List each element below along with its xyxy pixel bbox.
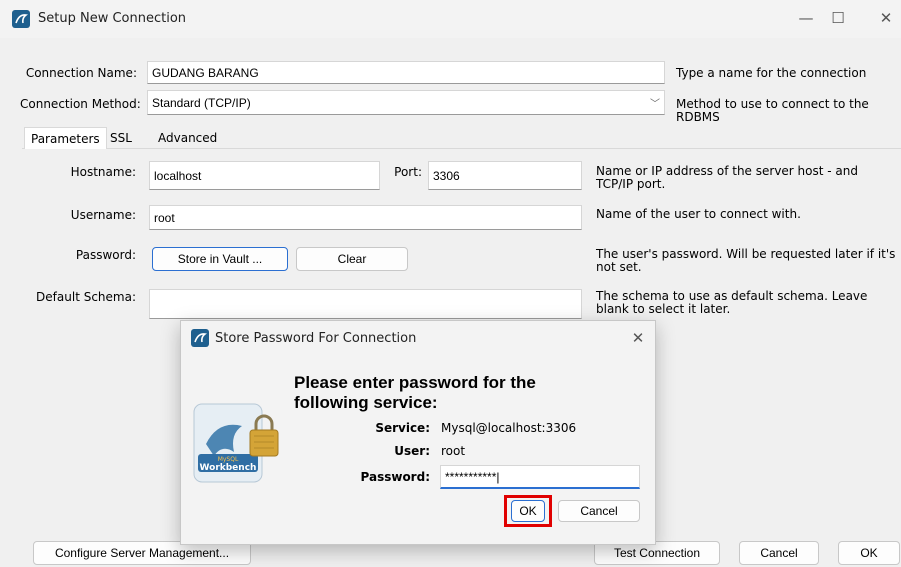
connection-method-label: Connection Method: [20,97,141,111]
connection-name-label: Connection Name: [25,66,137,80]
connection-name-value: GUDANG BARANG [152,65,259,80]
cancel-button[interactable]: Cancel [739,541,819,565]
connection-method-desc: Method to use to connect to the RDBMS [676,97,869,124]
logo-workbench-text: Workbench [200,463,257,473]
port-input[interactable]: 3306 [428,161,582,190]
ok-button[interactable]: OK [838,541,900,565]
host-port-desc-line2: TCP/IP port. [596,177,666,191]
tab-parameters[interactable]: Parameters [24,127,107,149]
chevron-down-icon: ﹀ [650,99,660,110]
connection-name-desc: Type a name for the connection [676,66,867,80]
password-desc-line2: not set. [596,260,642,274]
dialog-password-input[interactable]: ***********| [440,465,640,489]
username-input[interactable]: root [149,205,582,230]
maximize-icon[interactable]: ☐ [826,9,850,27]
port-label: Port: [394,165,422,179]
username-label: Username: [70,208,136,222]
mysql-workbench-dialog-icon [191,329,209,347]
service-value: Mysql@localhost:3306 [441,421,577,435]
connection-method-value: Standard (TCP/IP) [152,95,251,110]
clear-password-button[interactable]: Clear [296,247,408,271]
user-label: User: [394,444,430,458]
logo-small-text: MySQL [218,456,239,463]
minimize-icon[interactable]: — [794,9,818,27]
user-value: root [441,444,466,458]
dialog-heading-line2: following service: [294,393,438,412]
tab-ssl[interactable]: SSL [104,127,138,149]
tab-advanced[interactable]: Advanced [152,127,223,149]
hostname-value: localhost [154,168,202,183]
username-desc: Name of the user to connect with. [596,207,801,221]
hostname-label: Hostname: [70,165,136,179]
workbench-lock-logo-icon: MySQL Workbench [193,403,279,483]
default-schema-label: Default Schema: [36,290,136,304]
hostname-input[interactable]: localhost [149,161,380,190]
close-icon[interactable]: ✕ [874,9,898,27]
dialog-heading-line1: Please enter password for the [294,373,536,392]
dialog-cancel-button[interactable]: Cancel [558,500,640,522]
username-value: root [154,210,175,225]
service-label: Service: [375,421,430,435]
default-schema-input[interactable] [149,289,582,319]
mysql-workbench-app-icon [12,10,30,28]
dialog-title: Store Password For Connection [215,331,417,346]
default-schema-desc-line2: blank to select it later. [596,302,731,316]
dialog-close-icon[interactable]: ✕ [626,329,650,347]
dialog-password-value: ***********| [445,469,500,484]
window-title: Setup New Connection [38,11,187,26]
password-label: Password: [75,248,136,262]
connection-method-select[interactable]: Standard (TCP/IP) ﹀ [147,90,665,115]
store-in-vault-button[interactable]: Store in Vault ... [152,247,288,271]
dialog-password-label: Password: [360,470,431,484]
connection-name-input[interactable]: GUDANG BARANG [147,61,665,84]
port-value: 3306 [433,168,460,183]
dialog-ok-button[interactable]: OK [511,500,545,522]
